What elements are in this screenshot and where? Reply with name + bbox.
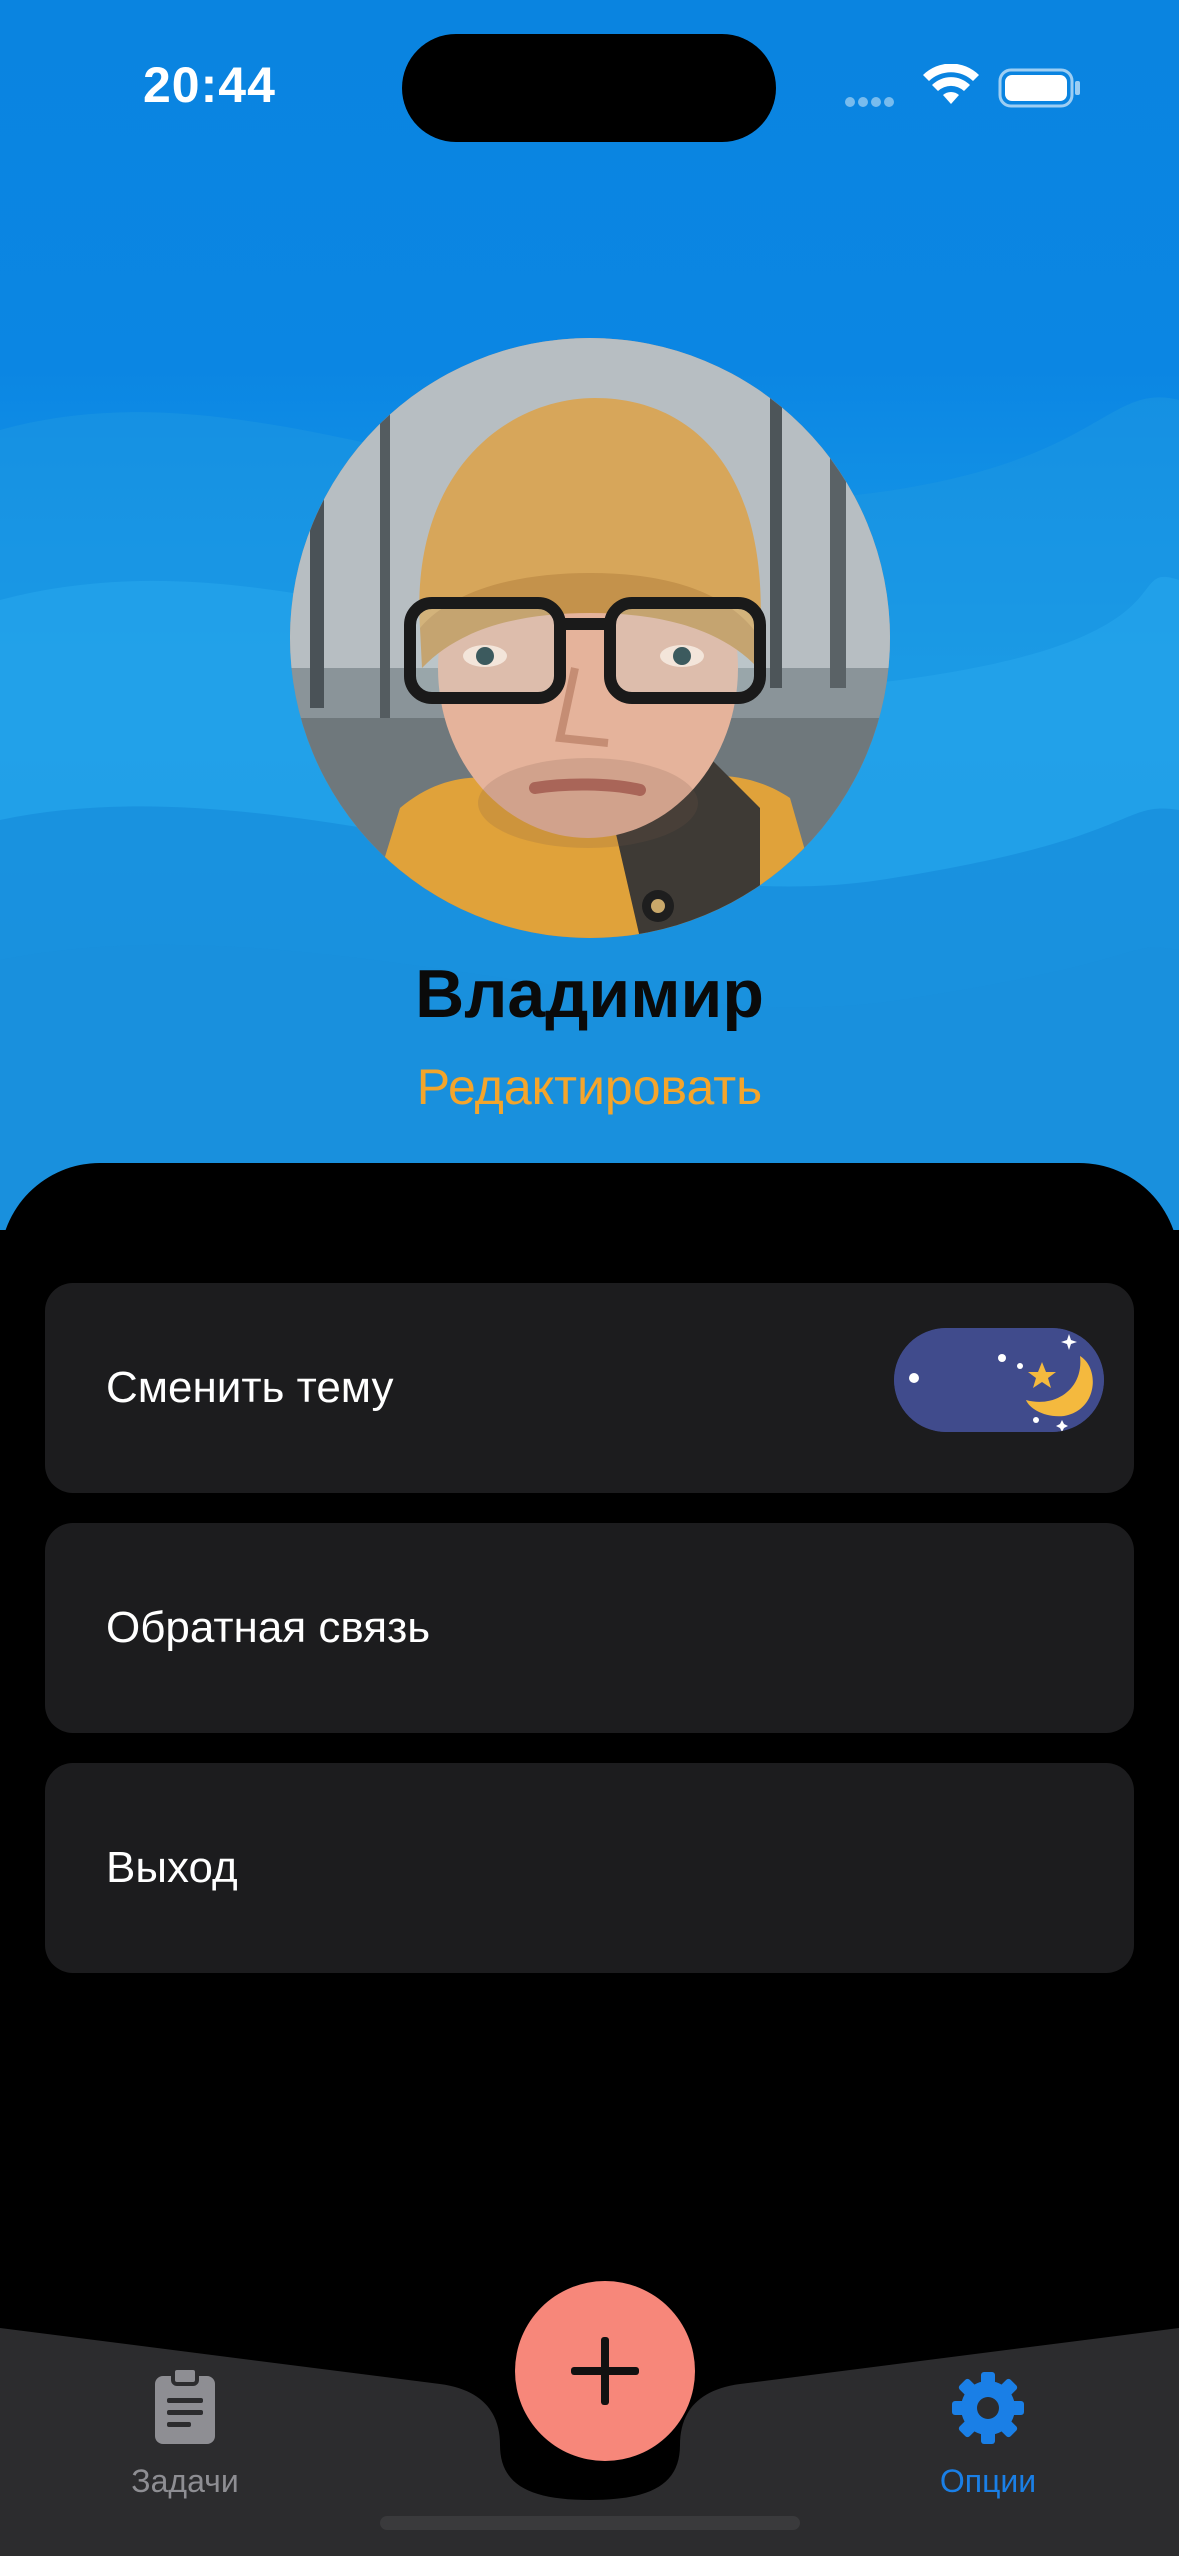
plus-icon (571, 2337, 639, 2405)
status-time: 20:44 (143, 57, 276, 113)
battery-icon (998, 68, 1080, 108)
tab-options-label: Опции (939, 2463, 1037, 2499)
settings-item-theme[interactable]: Сменить тему (45, 1283, 1134, 1493)
settings-item-label: Сменить тему (106, 1363, 394, 1412)
gear-icon (952, 2372, 1024, 2444)
wifi-icon (923, 64, 979, 104)
profile-name: Владимир (415, 956, 764, 1032)
moon-icon (894, 1328, 1104, 1432)
tab-options[interactable]: Опции (868, 2320, 1108, 2556)
clipboard-icon (155, 2366, 215, 2444)
status-bar: 20:44 (0, 0, 1179, 150)
edit-profile-link[interactable]: Редактировать (0, 1058, 1179, 1116)
cellular-signal-icon (845, 94, 897, 112)
dynamic-island (402, 34, 776, 142)
theme-toggle[interactable] (894, 1328, 1104, 1432)
home-indicator (380, 2516, 800, 2530)
settings-item-feedback[interactable]: Обратная связь (45, 1523, 1134, 1733)
tab-tasks[interactable]: Задачи (65, 2320, 305, 2556)
add-task-button[interactable] (515, 2281, 695, 2461)
avatar[interactable] (290, 338, 890, 938)
tab-tasks-label: Задачи (131, 2463, 239, 2499)
settings-item-label: Выход (106, 1843, 238, 1892)
settings-item-label: Обратная связь (106, 1603, 431, 1652)
settings-item-logout[interactable]: Выход (45, 1763, 1134, 1973)
